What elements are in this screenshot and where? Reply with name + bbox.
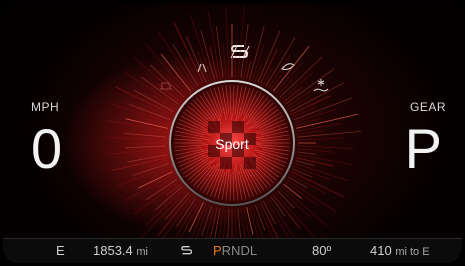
odometer-value: 1853.4 <box>93 243 133 258</box>
dial-ray <box>297 137 344 141</box>
dial-ray <box>296 113 358 129</box>
prndl-inactive: RNDL <box>221 243 258 258</box>
dial-ray <box>294 163 350 182</box>
dial-ray <box>277 190 295 209</box>
dial-ray <box>297 130 362 138</box>
dial-ray <box>291 95 331 115</box>
dial-ray <box>272 45 310 92</box>
dial-ray <box>279 56 323 98</box>
dial-ray <box>249 26 265 80</box>
dial-ray <box>297 145 353 149</box>
dial-ray <box>265 37 296 87</box>
drive-mode-dial <box>63 5 362 263</box>
outside-temperature: 80º <box>312 243 332 258</box>
fuel-empty-label: E <box>56 243 65 258</box>
range-readout: 410 mi to E <box>370 243 430 258</box>
dial-ray <box>286 179 337 213</box>
prndl-active: P <box>213 243 222 258</box>
dial-ray <box>289 173 326 194</box>
dial-ray <box>297 148 335 153</box>
dial-ray <box>281 186 328 227</box>
range-value: 410 <box>370 243 392 258</box>
status-bar: E 1853.4 mi PRNDL 80º 410 mi to E <box>3 238 462 263</box>
dial-ray <box>285 68 335 105</box>
dial-ray <box>296 122 342 132</box>
drive-mode-label: Sport <box>215 136 249 152</box>
odometer: 1853.4 mi <box>93 243 148 258</box>
odometer-unit: mi <box>136 246 148 258</box>
cluster-frame: MPH 0 GEAR P Sport E 1853.4 mi PRNDL 80º… <box>3 3 462 263</box>
range-unit: mi to E <box>395 246 430 258</box>
sport-mode-status-icon <box>180 244 194 259</box>
prndl-indicator: PRNDL <box>213 243 257 258</box>
